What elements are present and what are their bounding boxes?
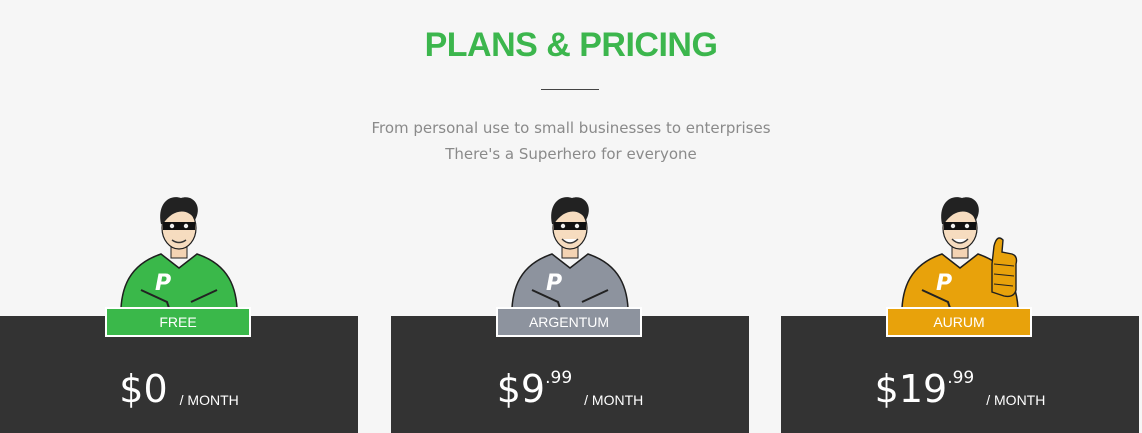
page-title: PLANS & PRICING (424, 26, 718, 64)
price-cents: .99 (947, 368, 975, 388)
subtitle-line-1: From personal use to small businesses to… (371, 119, 771, 137)
green-superhero-icon: P (120, 197, 238, 323)
price-period: / MONTH (986, 392, 1046, 408)
plan-name-badge-argentum: ARGENTUM (496, 307, 642, 337)
price-amount: $9 (496, 367, 546, 411)
price-cents: .99 (545, 368, 573, 388)
plan-card-free[interactable]: P FREE $0 / MONTH (0, 197, 358, 433)
subtitle-line-2: There's a Superhero for everyone (445, 145, 697, 163)
price-amount: $0 (119, 367, 168, 411)
price-amount: $19 (874, 367, 948, 411)
plan-card-argentum[interactable]: P ARGENTUM $9 .99 / MONTH (391, 197, 749, 433)
mascot-emblem: P (936, 271, 952, 296)
mascot-emblem: P (546, 271, 562, 296)
price-period: / MONTH (584, 392, 644, 408)
plan-card-aurum[interactable]: P AURUM $19 .99 / MONTH (781, 197, 1139, 433)
plan-name-badge-free: FREE (105, 307, 251, 337)
mascot-emblem: P (155, 271, 171, 296)
silver-superhero-icon: P (511, 197, 629, 323)
price-argentum: $9 .99 / MONTH (391, 368, 749, 410)
price-aurum: $19 .99 / MONTH (781, 368, 1139, 410)
price-free: $0 / MONTH (0, 368, 358, 410)
title-divider (541, 89, 599, 90)
plan-name-badge-aurum: AURUM (886, 307, 1032, 337)
price-period: / MONTH (179, 392, 239, 408)
gold-superhero-thumbs-up-icon: P (901, 197, 1019, 323)
